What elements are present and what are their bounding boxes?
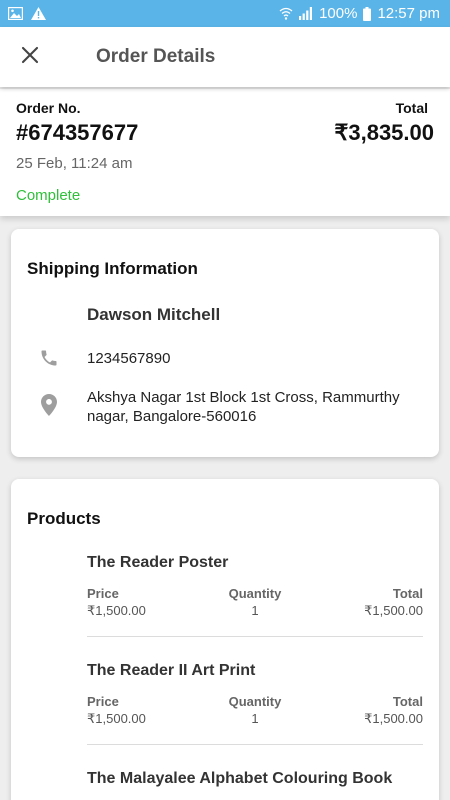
product-total: ₹1,500.00 <box>364 711 423 726</box>
products-title: Products <box>27 509 101 528</box>
customer-address: Akshya Nagar 1st Block 1st Cross, Rammur… <box>87 388 427 426</box>
order-number-label: Order No. <box>16 100 81 116</box>
image-notification-icon <box>8 7 23 20</box>
product-name: The Reader Poster <box>87 554 229 571</box>
order-total-label: Total <box>395 100 428 116</box>
price-label: Price <box>87 586 119 601</box>
phone-icon <box>39 348 59 373</box>
product-item[interactable]: The Reader II Art Print Price ₹1,500.00 … <box>87 662 423 727</box>
product-quantity: 1 <box>251 603 259 618</box>
signal-icon <box>299 7 313 20</box>
total-label: Total <box>392 586 423 601</box>
location-pin-icon <box>41 394 57 421</box>
quantity-label: Quantity <box>228 586 282 601</box>
products-card: Products The Reader Poster Price ₹1,500.… <box>11 479 439 800</box>
total-label: Total <box>392 694 423 709</box>
price-label: Price <box>87 694 119 709</box>
product-quantity: 1 <box>251 711 259 726</box>
divider <box>87 744 423 745</box>
page-title: Order Details <box>96 46 216 67</box>
product-price: ₹1,500.00 <box>87 603 146 618</box>
divider <box>87 636 423 637</box>
customer-phone: 1234567890 <box>87 350 171 367</box>
order-date: 25 Feb, 11:24 am <box>16 155 133 172</box>
warning-icon <box>31 7 46 20</box>
address-line-1: Akshya Nagar 1st Block 1st Cross, Rammur… <box>87 389 400 406</box>
product-price: ₹1,500.00 <box>87 711 146 726</box>
close-icon <box>21 46 39 69</box>
battery-percent: 100% <box>319 5 358 22</box>
close-button[interactable] <box>0 27 60 87</box>
address-line-2: nagar, Bangalore-560016 <box>87 408 257 425</box>
order-summary: Order No. #674357677 Total ₹3,835.00 25 … <box>0 89 450 216</box>
product-total: ₹1,500.00 <box>364 603 423 618</box>
battery-icon <box>363 6 372 21</box>
order-status: Complete <box>16 187 81 204</box>
customer-name: Dawson Mitchell <box>87 305 221 324</box>
product-name: The Reader II Art Print <box>87 662 256 679</box>
app-bar: Order Details <box>0 27 450 87</box>
order-number: #674357677 <box>16 120 139 145</box>
clock: 12:57 pm <box>377 5 440 22</box>
product-item[interactable]: The Reader Poster Price ₹1,500.00 Quanti… <box>87 554 423 619</box>
status-bar: 100% 12:57 pm <box>0 0 450 27</box>
shipping-card: Shipping Information Dawson Mitchell 123… <box>11 229 439 457</box>
order-total: ₹3,835.00 <box>334 120 434 145</box>
wifi-icon <box>279 7 293 20</box>
shipping-title: Shipping Information <box>27 259 198 278</box>
product-item[interactable]: The Malayalee Alphabet Colouring Book <box>87 770 423 788</box>
quantity-label: Quantity <box>228 694 282 709</box>
product-name: The Malayalee Alphabet Colouring Book <box>87 770 393 787</box>
